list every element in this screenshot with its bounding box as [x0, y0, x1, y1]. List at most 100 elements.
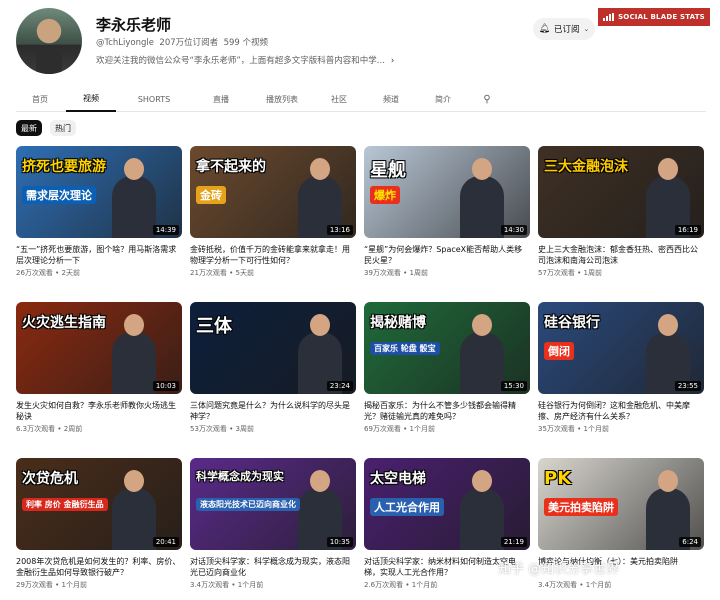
video-title[interactable]: “星舰”为何会爆炸？SpaceX能否帮助人类移民火星？: [364, 244, 530, 266]
video-card[interactable]: 星舰 爆炸 14:30 “星舰”为何会爆炸？SpaceX能否帮助人类移民火星？ 39万次…: [364, 146, 530, 278]
view-count: 35万次观看: [538, 425, 575, 433]
thumbnail-subcaption: 利率 房价 金融衍生品: [22, 498, 108, 511]
video-title[interactable]: 揭秘百家乐：为什么不管多少钱都会输得精光？赌徒输光真的难免吗？: [364, 400, 530, 422]
video-card[interactable]: 揭秘赌博 百家乐 轮盘 骰宝 15:30 揭秘百家乐：为什么不管多少钱都会输得精光？赌…: [364, 302, 530, 434]
video-title[interactable]: 发生火灾如何自救？李永乐老师教你火场逃生秘诀: [16, 400, 182, 422]
thumbnail-caption: 揭秘赌博: [370, 315, 426, 331]
bar-chart-icon: [603, 13, 615, 21]
meta-separator: •: [574, 269, 584, 277]
video-title[interactable]: 金砖抵税，价值千万的金砖能拿来就拿走！用物理学分析一下可行性如何？: [190, 244, 356, 266]
presenter-figure: [112, 158, 156, 238]
video-title[interactable]: 对话顶尖科学家：科学概念成为现实，液态阳光已迈向商业化: [190, 556, 356, 578]
video-meta: 69万次观看 • 1个月前: [364, 424, 530, 434]
meta-separator: •: [400, 269, 410, 277]
tab-about[interactable]: 简介: [422, 86, 464, 112]
video-thumbnail[interactable]: 星舰 爆炸 14:30: [364, 146, 530, 238]
channel-description[interactable]: 欢迎关注我的微信公众号“李永乐老师”，上面有超多文字版科普内容和中学... ›: [96, 54, 394, 66]
video-thumbnail[interactable]: 三体 23:24: [190, 302, 356, 394]
channel-meta: @TchLiyongle 207万位订阅者 599 个视频: [96, 36, 268, 48]
search-icon[interactable]: ⚲: [472, 86, 502, 112]
tab-shorts[interactable]: SHORTS: [124, 86, 184, 112]
video-duration: 23:55: [674, 381, 701, 391]
video-card[interactable]: 三大金融泡沫 16:19 史上三大金融泡沫：郁金香狂热、密西西比公司泡沫和南海公司泡…: [538, 146, 704, 278]
video-meta: 3.4万次观看 • 1个月前: [190, 580, 356, 590]
video-meta: 2.6万次观看 • 1个月前: [364, 580, 530, 590]
channel-name: 李永乐老师: [96, 16, 172, 34]
meta-separator: •: [55, 425, 64, 433]
video-duration: 6:24: [679, 537, 701, 547]
video-duration: 14:39: [152, 225, 179, 235]
view-count: 69万次观看: [364, 425, 401, 433]
chevron-down-icon: ⌄: [583, 25, 590, 33]
channel-description-text: 欢迎关注我的微信公众号“李永乐老师”，上面有超多文字版科普内容和中学...: [96, 56, 385, 66]
chevron-right-icon[interactable]: ›: [391, 56, 394, 66]
channel-avatar[interactable]: [16, 8, 82, 74]
presenter-figure: [112, 470, 156, 550]
thumbnail-caption: 三体: [196, 316, 232, 337]
view-count: 3.4万次观看: [538, 581, 578, 589]
video-card[interactable]: 火灾逃生指南 10:03 发生火灾如何自救？李永乐老师教你火场逃生秘诀 6.3万次观看…: [16, 302, 182, 434]
video-meta: 26万次观看 • 2天前: [16, 268, 182, 278]
meta-separator: •: [226, 425, 236, 433]
meta-separator: •: [229, 581, 238, 589]
tab-channels[interactable]: 频道: [368, 86, 414, 112]
video-thumbnail[interactable]: 拿不起来的 金砖 13:16: [190, 146, 356, 238]
bell-icon: 🔔︎: [538, 24, 551, 34]
video-card[interactable]: 硅谷银行 倒闭 23:55 硅谷银行为何倒闭？这和金融危机、中美摩擦、房产经济有什么关…: [538, 302, 704, 434]
tab-home[interactable]: 首页: [16, 86, 64, 112]
upload-time: 1个月前: [409, 425, 435, 433]
upload-time: 1个月前: [411, 581, 438, 589]
video-meta: 21万次观看 • 5天前: [190, 268, 356, 278]
subscribed-label: 已订阅: [554, 25, 580, 35]
tab-live[interactable]: 直播: [196, 86, 246, 112]
video-thumbnail[interactable]: 科学概念成为现实 液态阳光技术已迈向商业化 10:35: [190, 458, 356, 550]
video-thumbnail[interactable]: 硅谷银行 倒闭 23:55: [538, 302, 704, 394]
upload-time: 1周前: [583, 269, 602, 277]
thumbnail-subcaption: 倒闭: [544, 342, 574, 360]
video-title[interactable]: 三体问题究竟是什么？为什么说科学的尽头是神学？: [190, 400, 356, 422]
thumbnail-caption: 科学概念成为现实: [196, 470, 284, 483]
video-thumbnail[interactable]: 火灾逃生指南 10:03: [16, 302, 182, 394]
video-thumbnail[interactable]: 揭秘赌博 百家乐 轮盘 骰宝 15:30: [364, 302, 530, 394]
video-duration: 13:16: [326, 225, 353, 235]
video-card[interactable]: 科学概念成为现实 液态阳光技术已迈向商业化 10:35 对话顶尖科学家：科学概念成为现…: [190, 458, 356, 590]
video-meta: 35万次观看 • 1个月前: [538, 424, 704, 434]
thumbnail-subcaption: 金砖: [196, 186, 226, 204]
thumbnail-caption: 星舰: [370, 160, 406, 181]
tab-videos[interactable]: 视频: [66, 86, 116, 112]
thumbnail-subcaption: 美元拍卖陷阱: [544, 498, 618, 516]
video-title[interactable]: 史上三大金融泡沫：郁金香狂热、密西西比公司泡沫和南海公司泡沫: [538, 244, 704, 266]
tab-community[interactable]: 社区: [318, 86, 360, 112]
video-thumbnail[interactable]: 挤死也要旅游 需求层次理论 14:39: [16, 146, 182, 238]
tab-playlists[interactable]: 播放列表: [254, 86, 310, 112]
thumbnail-subcaption: 人工光合作用: [370, 498, 444, 516]
social-blade-button[interactable]: SOCIAL BLADE STATS: [598, 8, 710, 26]
meta-separator: •: [403, 581, 412, 589]
video-thumbnail[interactable]: 三大金融泡沫 16:19: [538, 146, 704, 238]
video-duration: 23:24: [326, 381, 353, 391]
video-thumbnail[interactable]: 太空电梯 人工光合作用 21:19: [364, 458, 530, 550]
video-card[interactable]: 三体 23:24 三体问题究竟是什么？为什么说科学的尽头是神学？ 53万次观看 • 3…: [190, 302, 356, 434]
video-card[interactable]: 挤死也要旅游 需求层次理论 14:39 “五一”挤死也要旅游，图个啥？用马斯洛需求层次…: [16, 146, 182, 278]
subscribed-button[interactable]: 🔔︎ 已订阅 ⌄: [533, 18, 595, 40]
meta-separator: •: [52, 269, 62, 277]
presenter-figure: [112, 314, 156, 394]
video-title[interactable]: 硅谷银行为何倒闭？这和金融危机、中美摩擦、房产经济有什么关系？: [538, 400, 704, 422]
upload-time: 2周前: [63, 425, 83, 433]
video-title[interactable]: “五一”挤死也要旅游，图个啥？用马斯洛需求层次理论分析一下: [16, 244, 182, 266]
video-thumbnail[interactable]: PK 美元拍卖陷阱 6:24: [538, 458, 704, 550]
chip-popular[interactable]: 热门: [50, 120, 76, 136]
thumbnail-caption: 挤死也要旅游: [22, 159, 106, 175]
video-title[interactable]: 2008年次贷危机是如何发生的？利率、房价、金融衍生品如何导致银行破产？: [16, 556, 182, 578]
upload-time: 1个月前: [61, 581, 87, 589]
chip-newest[interactable]: 最新: [16, 120, 42, 136]
video-meta: 53万次观看 • 3周前: [190, 424, 356, 434]
video-card[interactable]: 拿不起来的 金砖 13:16 金砖抵税，价值千万的金砖能拿来就拿走！用物理学分析一下可…: [190, 146, 356, 278]
video-thumbnail[interactable]: 次贷危机 利率 房价 金融衍生品 20:41: [16, 458, 182, 550]
video-card[interactable]: 次贷危机 利率 房价 金融衍生品 20:41 2008年次贷危机是如何发生的？利率、房…: [16, 458, 182, 590]
meta-separator: •: [226, 269, 236, 277]
upload-time: 2天前: [61, 269, 80, 277]
video-meta: 6.3万次观看 • 2周前: [16, 424, 182, 434]
view-count: 3.4万次观看: [190, 581, 230, 589]
video-meta: 39万次观看 • 1周前: [364, 268, 530, 278]
